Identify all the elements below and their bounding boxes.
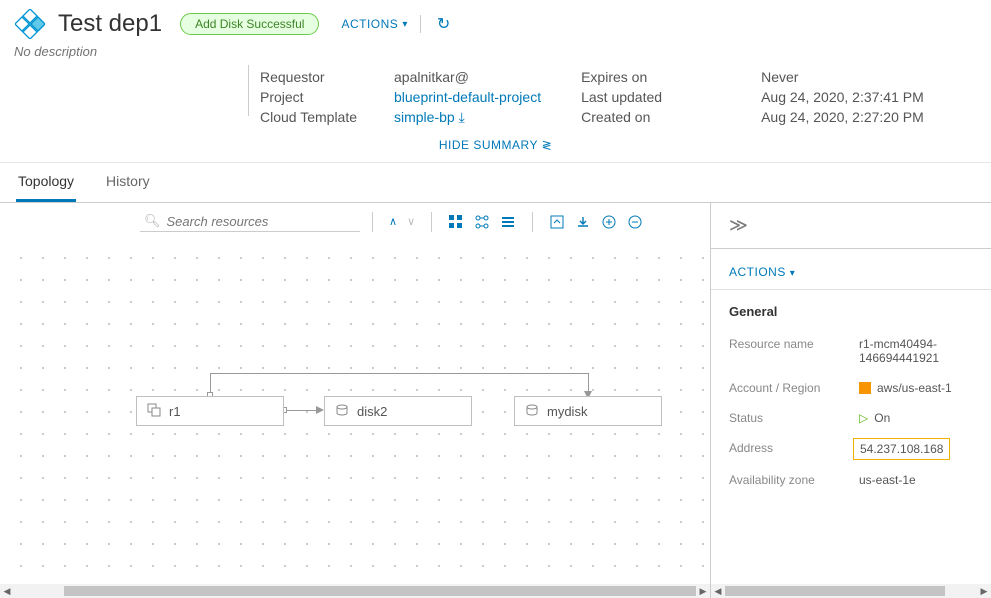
project-label: Project xyxy=(260,89,380,105)
requestor-value: apalnitkar@ xyxy=(394,69,541,85)
aws-icon xyxy=(859,382,871,394)
download-button[interactable] xyxy=(571,212,595,232)
collapse-icon: ≷ xyxy=(542,138,553,152)
grid-view-button[interactable] xyxy=(444,212,468,232)
template-link[interactable]: simple-bp xyxy=(394,109,541,126)
disk-icon xyxy=(335,403,349,420)
updated-value: Aug 24, 2020, 2:37:41 PM xyxy=(761,89,924,105)
node-r1[interactable]: r1 xyxy=(136,396,284,426)
template-label: Cloud Template xyxy=(260,109,380,125)
expand-button[interactable] xyxy=(545,212,569,232)
details-panel: ≫ ACTIONS ▾ General Resource name r1-mcm… xyxy=(711,203,991,598)
tab-topology[interactable]: Topology xyxy=(16,163,76,202)
horizontal-scrollbar[interactable]: ◀ ▶ xyxy=(0,584,710,598)
zoom-in-button[interactable] xyxy=(597,212,621,232)
resource-name-value: r1-mcm40494-146694441921 xyxy=(859,337,973,365)
address-label: Address xyxy=(729,441,859,455)
hide-summary-button[interactable]: HIDE SUMMARY ≷ xyxy=(0,126,991,162)
topology-canvas[interactable]: 🔍︎ ∧ ∨ xyxy=(0,203,711,598)
chevron-down-icon: ▾ xyxy=(402,19,408,30)
panel-scrollbar[interactable]: ◀ ▶ xyxy=(711,584,991,598)
list-view-button[interactable] xyxy=(496,212,520,232)
az-value: us-east-1e xyxy=(859,473,973,487)
status-badge: Add Disk Successful xyxy=(180,13,319,35)
vm-icon xyxy=(147,403,161,420)
panel-collapse-button[interactable]: ≫ xyxy=(711,203,991,249)
updated-label: Last updated xyxy=(581,89,691,105)
account-value: aws/us-east-1 xyxy=(859,381,973,395)
chevron-down-icon: ▾ xyxy=(790,268,796,279)
expires-value: Never xyxy=(761,69,924,85)
search-input-wrap[interactable]: 🔍︎ xyxy=(140,211,360,232)
scroll-right-arrow[interactable]: ▶ xyxy=(696,584,710,598)
created-label: Created on xyxy=(581,109,691,125)
search-icon: 🔍︎ xyxy=(144,213,161,229)
app-logo xyxy=(14,8,46,40)
page-title: Test dep1 xyxy=(58,10,162,38)
panel-actions-menu[interactable]: ACTIONS ▾ xyxy=(711,249,991,290)
zoom-out-button[interactable] xyxy=(623,212,647,232)
account-label: Account / Region xyxy=(729,381,859,395)
tab-history[interactable]: History xyxy=(104,163,152,202)
created-value: Aug 24, 2020, 2:27:20 PM xyxy=(761,109,924,125)
description: No description xyxy=(0,44,991,65)
nav-down-button[interactable]: ∨ xyxy=(403,213,419,230)
nav-up-button[interactable]: ∧ xyxy=(385,213,401,230)
node-disk2[interactable]: disk2 xyxy=(324,396,472,426)
address-value: 54.237.108.168 xyxy=(859,441,973,457)
az-label: Availability zone xyxy=(729,473,859,487)
expires-label: Expires on xyxy=(581,69,691,85)
divider xyxy=(420,15,421,33)
resource-name-label: Resource name xyxy=(729,337,859,351)
node-mydisk[interactable]: mydisk xyxy=(514,396,662,426)
scroll-thumb[interactable] xyxy=(725,586,945,596)
play-icon: ▷ xyxy=(859,411,868,425)
network-view-button[interactable] xyxy=(470,212,494,232)
divider xyxy=(248,65,249,116)
status-label: Status xyxy=(729,411,859,425)
scroll-left-arrow[interactable]: ◀ xyxy=(711,584,725,598)
section-general: General xyxy=(711,290,991,329)
disk-icon xyxy=(525,403,539,420)
requestor-label: Requestor xyxy=(260,69,380,85)
scroll-right-arrow[interactable]: ▶ xyxy=(977,584,991,598)
scroll-thumb[interactable] xyxy=(64,586,696,596)
search-input[interactable] xyxy=(167,214,356,229)
status-value: ▷ On xyxy=(859,411,973,425)
scroll-left-arrow[interactable]: ◀ xyxy=(0,584,14,598)
project-link[interactable]: blueprint-default-project xyxy=(394,89,541,105)
refresh-button[interactable]: ↻ xyxy=(433,14,454,34)
actions-menu[interactable]: ACTIONS ▾ xyxy=(341,17,407,31)
